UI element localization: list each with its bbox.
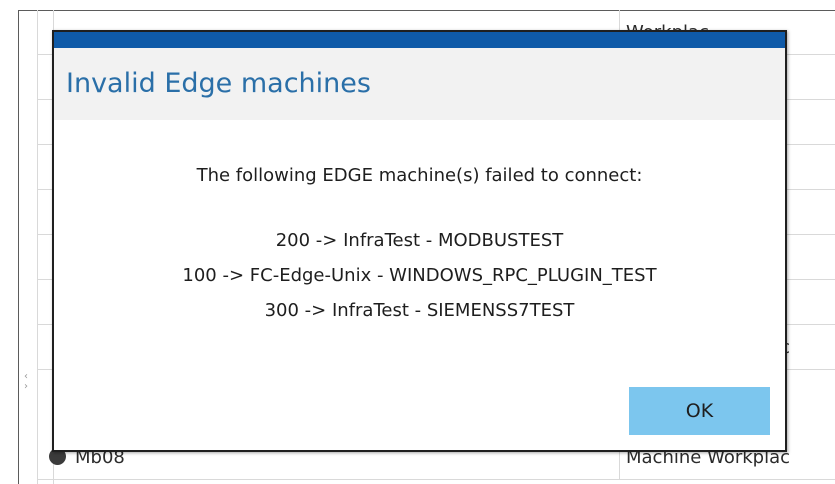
dialog-message-intro: The following EDGE machine(s) failed to … [196,165,643,186]
ok-button[interactable]: OK [629,387,770,435]
dialog-accent-bar [54,32,785,48]
splitter-grip-icon[interactable]: ‹ › [20,372,32,402]
failed-machine-item: 100 -> FC-Edge-Unix - WINDOWS_RPC_PLUGIN… [182,265,657,286]
failed-machine-item: 200 -> InfraTest - MODBUSTEST [275,230,564,251]
dialog-header: Invalid Edge machines [54,48,785,120]
failed-machine-item: 300 -> InfraTest - SIEMENSS7TEST [264,300,575,321]
screen: Workplac Workplac Workplac Machine W Mac… [0,0,835,484]
dialog-title: Invalid Edge machines [66,68,371,99]
invalid-machines-dialog: Invalid Edge machines The following EDGE… [52,30,787,452]
